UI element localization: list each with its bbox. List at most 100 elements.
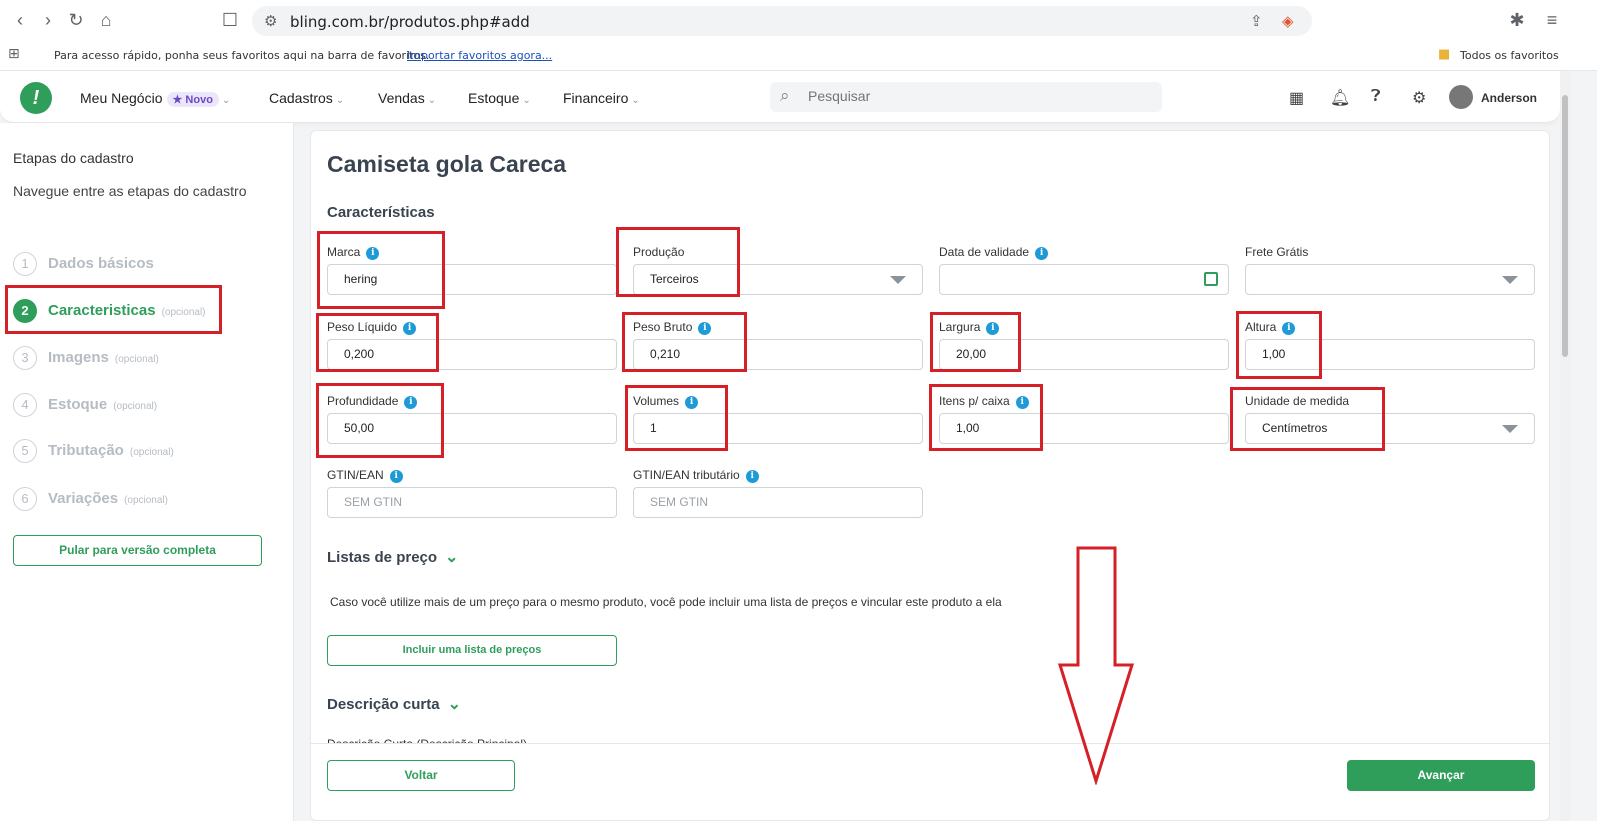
page-title: Camiseta gola Careca: [327, 151, 567, 177]
full-version-button[interactable]: Pular para versão completa: [13, 535, 262, 566]
section-short-desc-label: Descrição curta: [327, 696, 440, 713]
info-icon[interactable]: i: [986, 322, 1000, 335]
browser-toolbar: ‹ › ↻ ⌂ ☐ ⚙ bling.com.br/produtos.php#ad…: [0, 0, 1597, 41]
form-footer: Voltar Avançar: [311, 743, 1549, 820]
step-label-text: Imagens: [48, 349, 109, 366]
menu-meu-negocio[interactable]: Meu Negócio ★ Novo ⌄: [80, 90, 230, 107]
gtin-tributario-label: GTIN/EAN tributário i: [633, 468, 759, 483]
producao-label: Produção: [633, 245, 685, 259]
profundidade-input[interactable]: 50,00: [327, 413, 617, 444]
data-validade-input[interactable]: [939, 264, 1229, 295]
info-icon[interactable]: i: [685, 396, 699, 409]
producao-value: Terceiros: [650, 272, 699, 286]
volumes-label-text: Volumes: [633, 394, 680, 408]
url-text[interactable]: bling.com.br/produtos.php#add: [290, 13, 530, 31]
menu-cadastros-label: Cadastros: [269, 90, 333, 106]
info-icon[interactable]: i: [745, 470, 759, 483]
volumes-label: Volumes i: [633, 394, 699, 409]
info-icon[interactable]: i: [1282, 322, 1296, 335]
menu-financeiro-label: Financeiro: [563, 90, 629, 106]
address-bar[interactable]: ⚙ bling.com.br/produtos.php#add ⇪ ◈: [252, 6, 1312, 36]
share-icon[interactable]: ⇪: [1250, 12, 1263, 30]
step-label-text: Variações: [48, 490, 119, 507]
chevron-down-icon[interactable]: ⌄: [445, 549, 458, 566]
peso-liquido-input[interactable]: 0,200: [327, 339, 617, 370]
gear-icon[interactable]: ⚙: [1412, 88, 1426, 108]
info-icon[interactable]: i: [403, 322, 417, 335]
section-price-lists[interactable]: Listas de preço ⌄: [327, 547, 458, 567]
itens-caixa-label: Itens p/ caixa i: [939, 394, 1029, 409]
chevron-down-icon[interactable]: ⌄: [448, 696, 461, 713]
step-label-text: Estoque: [48, 396, 108, 413]
data-validade-label-text: Data de validade: [939, 245, 1030, 259]
frete-gratis-label: Frete Grátis: [1245, 245, 1309, 259]
step-number: 4: [13, 393, 37, 417]
import-bookmarks-link[interactable]: Importar favoritos agora...: [407, 49, 552, 62]
site-settings-icon[interactable]: ⚙: [264, 12, 277, 30]
profundidade-label: Profundidade i: [327, 394, 418, 409]
help-icon[interactable]: ❓︎: [1371, 88, 1381, 106]
brave-shield-icon[interactable]: ◈: [1282, 12, 1294, 30]
apps-grid-icon[interactable]: ▦: [1289, 88, 1304, 108]
info-icon[interactable]: i: [404, 396, 418, 409]
menu-icon[interactable]: ≡: [1540, 8, 1564, 32]
info-icon[interactable]: i: [389, 470, 403, 483]
next-button[interactable]: Avançar: [1347, 760, 1535, 791]
add-price-list-button[interactable]: Incluir uma lista de preços: [327, 635, 617, 666]
search-input[interactable]: [808, 88, 1148, 104]
peso-liquido-label: Peso Líquido i: [327, 320, 417, 335]
menu-cadastros[interactable]: Cadastros ⌄: [269, 90, 344, 106]
info-icon[interactable]: i: [366, 247, 380, 260]
marca-input[interactable]: hering: [327, 264, 617, 295]
largura-label: Largura i: [939, 320, 1000, 335]
menu-estoque[interactable]: Estoque ⌄: [468, 90, 531, 106]
extensions-icon[interactable]: ✱: [1505, 8, 1529, 32]
volumes-input[interactable]: 1: [633, 413, 923, 444]
menu-estoque-label: Estoque: [468, 90, 520, 106]
user-name[interactable]: Anderson: [1481, 91, 1537, 105]
step-label-text: Caracteristicas: [48, 302, 156, 319]
reload-icon[interactable]: ↻: [64, 8, 88, 32]
scrollbar-thumb[interactable]: [1562, 95, 1568, 357]
step-label: Tributação (opcional): [48, 442, 174, 459]
unidade-medida-select[interactable]: Centímetros: [1245, 413, 1535, 444]
step-number: 3: [13, 346, 37, 370]
largura-input[interactable]: 20,00: [939, 339, 1229, 370]
step-optional: (opcional): [124, 495, 168, 506]
bling-logo[interactable]: !: [20, 82, 52, 114]
info-icon[interactable]: i: [698, 322, 712, 335]
search-icon: ⌕: [780, 86, 790, 105]
home-icon[interactable]: ⌂: [94, 8, 118, 32]
menu-financeiro[interactable]: Financeiro ⌄: [563, 90, 640, 106]
frete-gratis-select[interactable]: [1245, 264, 1535, 295]
step-optional: (opcional): [113, 401, 158, 412]
all-bookmarks-folder[interactable]: Todos os favoritos: [1460, 49, 1559, 62]
gtin-tributario-input[interactable]: SEM GTIN: [633, 487, 923, 518]
calendar-icon[interactable]: [1204, 272, 1218, 286]
back-button[interactable]: Voltar: [327, 760, 515, 791]
apps-icon[interactable]: ⊞: [8, 46, 20, 62]
bell-icon[interactable]: 🔔︎: [1330, 88, 1350, 108]
info-icon[interactable]: i: [1035, 247, 1049, 260]
step-label-text: Dados básicos: [48, 255, 154, 272]
menu-vendas[interactable]: Vendas ⌄: [378, 90, 436, 106]
producao-select[interactable]: Terceiros: [633, 264, 923, 295]
menu-vendas-label: Vendas: [378, 90, 425, 106]
avatar[interactable]: [1449, 85, 1473, 109]
gtin-input[interactable]: SEM GTIN: [327, 487, 617, 518]
profundidade-label-text: Profundidade: [327, 394, 399, 408]
bookmark-icon[interactable]: ☐: [218, 8, 242, 32]
info-icon[interactable]: i: [1015, 396, 1029, 409]
step-optional: (opcional): [129, 447, 174, 458]
sidebar-title: Etapas do cadastro: [13, 150, 134, 166]
altura-input[interactable]: 1,00: [1245, 339, 1535, 370]
itens-caixa-input[interactable]: 1,00: [939, 413, 1229, 444]
step-number: 6: [13, 487, 37, 511]
step-number: 5: [13, 439, 37, 463]
section-short-desc[interactable]: Descrição curta ⌄: [327, 694, 461, 714]
step-label: Imagens (opcional): [48, 349, 159, 366]
forward-icon[interactable]: ›: [36, 8, 60, 32]
back-icon[interactable]: ‹: [8, 8, 32, 32]
step-optional: (opcional): [114, 354, 159, 365]
peso-bruto-input[interactable]: 0,210: [633, 339, 923, 370]
